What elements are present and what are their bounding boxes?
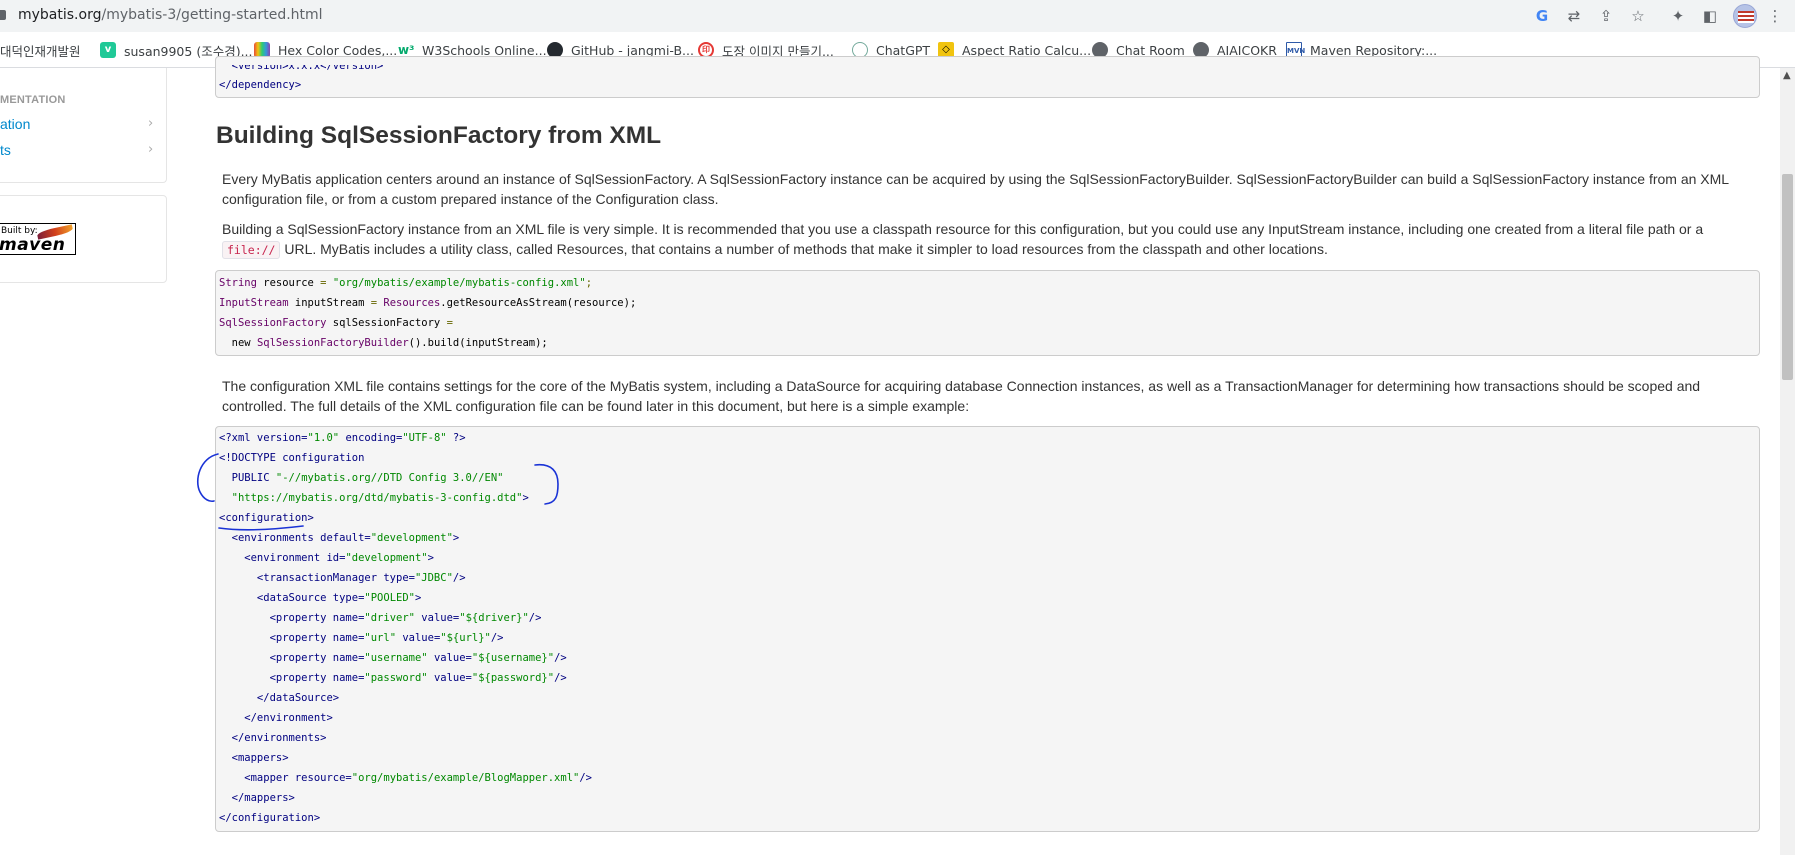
lock-icon[interactable] bbox=[0, 10, 6, 20]
code-line: <property name="username" value="${usern… bbox=[219, 652, 567, 664]
code-line: </dataSource> bbox=[219, 692, 340, 704]
sidebar-item-project-documents[interactable]: ts bbox=[0, 142, 11, 158]
code-line: <mappers> bbox=[219, 752, 289, 764]
code-line: </configuration> bbox=[219, 812, 321, 824]
sidebar-item-configuration[interactable]: ation bbox=[0, 116, 30, 132]
maven-logo[interactable]: Built by: maven bbox=[0, 223, 76, 255]
scroll-up-arrow-icon[interactable]: ▲ bbox=[1783, 70, 1791, 81]
code-line: <transactionManager type="JDBC"/> bbox=[219, 572, 466, 584]
inline-code-file: file:// bbox=[222, 241, 281, 259]
bookmark-label: 대덕인재개발원 bbox=[0, 43, 81, 59]
profile-avatar[interactable] bbox=[1733, 4, 1757, 28]
bookmark-star-icon[interactable]: ☆ bbox=[1628, 6, 1648, 26]
code-line: PUBLIC "-//mybatis.org//DTD Config 3.0//… bbox=[219, 472, 504, 484]
url-domain: mybatis.org bbox=[18, 7, 102, 23]
dependency-code-block: <version>x.x.x</version> </dependency> bbox=[215, 56, 1760, 98]
code-line: </environment> bbox=[219, 712, 333, 724]
google-icon[interactable]: G bbox=[1532, 6, 1552, 26]
maven-wordmark: maven bbox=[0, 235, 66, 255]
code-line: <configuration> bbox=[219, 512, 314, 524]
code-line: </dependency> bbox=[219, 79, 302, 91]
code-line: <property name="driver" value="${driver}… bbox=[219, 612, 542, 624]
code-line: new SqlSessionFactoryBuilder().build(inp… bbox=[219, 337, 548, 349]
code-line: <!DOCTYPE configuration bbox=[219, 452, 365, 464]
sidebar-heading: MENTATION bbox=[0, 94, 66, 106]
xml-code-block: <?xml version="1.0" encoding="UTF-8" ?> … bbox=[215, 426, 1760, 832]
paragraph-text: URL. MyBatis includes a utility class, c… bbox=[280, 241, 1328, 257]
code-line: String resource = "org/mybatis/example/m… bbox=[219, 277, 593, 289]
code-line-partial: <version>x.x.x</version> bbox=[219, 60, 384, 72]
code-line: <property name="password" value="${passw… bbox=[219, 672, 567, 684]
code-line: "https://mybatis.org/dtd/mybatis-3-confi… bbox=[231, 492, 529, 504]
menu-icon[interactable]: ⋮ bbox=[1765, 6, 1785, 26]
code-line: <environment id="development"> bbox=[219, 552, 434, 564]
code-line: <property name="url" value="${url}"/> bbox=[219, 632, 504, 644]
chevron-right-icon[interactable]: › bbox=[148, 142, 153, 157]
url-path: /mybatis-3/getting-started.html bbox=[101, 7, 323, 23]
url-field[interactable]: mybatis.org/mybatis-3/getting-started.ht… bbox=[18, 7, 323, 23]
extensions-icon[interactable]: ✦ bbox=[1668, 6, 1688, 26]
code-line: SqlSessionFactory sqlSessionFactory = bbox=[219, 317, 453, 329]
paragraph-building: Building a SqlSessionFactory instance fr… bbox=[222, 219, 1747, 260]
code-line: <environments default="development"> bbox=[219, 532, 460, 544]
sidebar-icon[interactable]: ◧ bbox=[1700, 6, 1720, 26]
code-line: </environments> bbox=[219, 732, 327, 744]
scrollbar-thumb[interactable] bbox=[1782, 174, 1793, 380]
bookmark-item[interactable]: 대덕인재개발원 bbox=[0, 40, 81, 60]
section-title: Building SqlSessionFactory from XML bbox=[216, 122, 662, 149]
translate-icon[interactable]: ⇄ bbox=[1564, 6, 1584, 26]
share-icon[interactable]: ⇪ bbox=[1596, 6, 1616, 26]
paragraph-intro: Every MyBatis application centers around… bbox=[222, 171, 1729, 207]
page-scrollbar[interactable]: ▲ bbox=[1780, 68, 1795, 855]
browser-address-bar: mybatis.org/mybatis-3/getting-started.ht… bbox=[0, 0, 1795, 32]
code-line: <mapper resource="org/mybatis/example/Bl… bbox=[219, 772, 592, 784]
code-line: <dataSource type="POOLED"> bbox=[219, 592, 422, 604]
code-line: InputStream inputStream = Resources.getR… bbox=[219, 297, 637, 309]
paragraph-config-xml: The configuration XML file contains sett… bbox=[222, 378, 1701, 414]
java-code-block: String resource = "org/mybatis/example/m… bbox=[215, 270, 1760, 356]
paragraph-text: Building a SqlSessionFactory instance fr… bbox=[222, 221, 1704, 237]
code-line: </mappers> bbox=[219, 792, 295, 804]
code-line: <?xml version="1.0" encoding="UTF-8" ?> bbox=[219, 432, 466, 444]
velog-icon: v bbox=[100, 42, 116, 58]
chevron-right-icon[interactable]: › bbox=[148, 116, 153, 131]
